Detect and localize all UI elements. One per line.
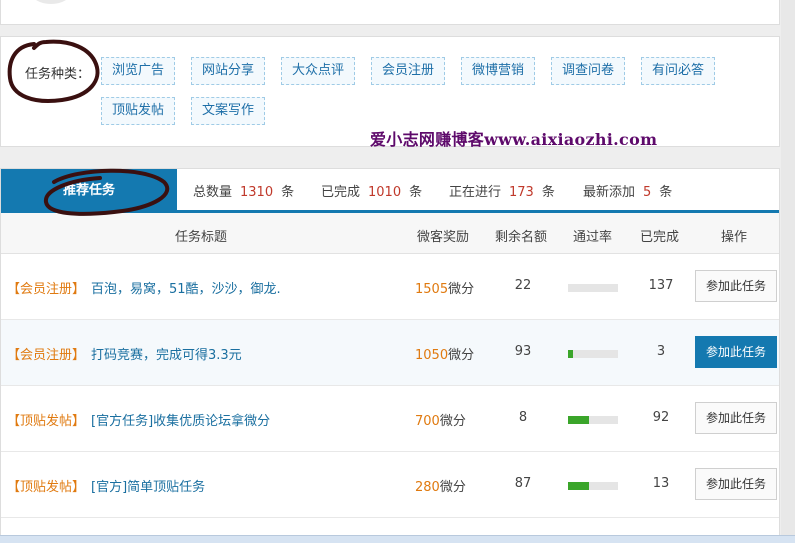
- row-title[interactable]: [官方]简单顶贴任务: [91, 476, 205, 495]
- stat-ongoing: 正在进行 173 条: [449, 185, 555, 200]
- row-category[interactable]: 【会员注册】: [7, 278, 85, 297]
- category-tag-survey[interactable]: 调查问卷: [551, 57, 626, 85]
- row-reward: 1050微分: [415, 348, 475, 363]
- watermark-text: 爱小志网赚博客www.aixiaozhi.com: [370, 130, 658, 149]
- table-row: 【会员注册】 百泡，易窝，51酷，沙沙，御龙. 1505微分 22 137 参加…: [1, 254, 779, 320]
- table-row: 【顶贴发帖】 [官方]简单顶贴任务 280微分 87 13 参加此任务: [1, 452, 779, 518]
- pass-rate-bar: [568, 284, 618, 292]
- row-title[interactable]: 百泡，易窝，51酷，沙沙，御龙.: [91, 278, 281, 297]
- pass-rate-bar: [568, 416, 618, 424]
- pass-rate-bar: [568, 350, 618, 358]
- header-done: 已完成: [640, 230, 680, 245]
- stat-total: 总数量 1310 条: [193, 185, 295, 200]
- category-tag-dianping[interactable]: 大众点评: [281, 57, 356, 85]
- row-reward: 1505微分: [415, 282, 475, 297]
- pass-rate-bar: [568, 482, 618, 490]
- row-done: 13: [652, 476, 670, 491]
- stats-bar: 推荐任务 总数量 1310 条 已完成 1010 条 正在进行 173 条 最新添加 5 条: [1, 169, 779, 213]
- row-remain: 8: [518, 410, 528, 425]
- task-panel: 推荐任务 总数量 1310 条 已完成 1010 条 正在进行 173 条 最新添加 5 条 任…: [0, 168, 780, 543]
- category-tag-browse-ads[interactable]: 浏览广告: [101, 57, 176, 85]
- page-scrollbar[interactable]: [781, 0, 795, 543]
- row-remain: 87: [514, 476, 532, 491]
- join-task-button[interactable]: 参加此任务: [695, 468, 777, 500]
- row-reward: 700微分: [415, 414, 466, 429]
- stat-completed: 已完成 1010 条: [321, 185, 423, 200]
- window-scrollbar-horizontal[interactable]: [0, 535, 795, 543]
- header-title: 任务标题: [175, 230, 228, 245]
- join-task-button[interactable]: 参加此任务: [695, 402, 777, 434]
- row-done: 92: [652, 410, 670, 425]
- category-tag-copywriting[interactable]: 文案写作: [191, 97, 266, 125]
- row-category[interactable]: 【顶贴发帖】: [7, 476, 85, 495]
- row-remain: 22: [514, 278, 532, 293]
- avatar: [31, 0, 71, 4]
- category-tag-member-register[interactable]: 会员注册: [371, 57, 446, 85]
- header-action: 操作: [721, 230, 748, 245]
- join-task-button[interactable]: 参加此任务: [695, 336, 777, 368]
- header-pass-rate: 通过率: [573, 230, 613, 245]
- join-task-button[interactable]: 参加此任务: [695, 270, 777, 302]
- top-panel: [0, 0, 780, 25]
- row-done: 3: [656, 344, 666, 359]
- table-header: 任务标题 微客奖励 剩余名额 通过率 已完成 操作: [1, 213, 779, 254]
- row-reward: 280微分: [415, 480, 466, 495]
- table-row: 【顶贴发帖】 [官方任务]收集优质论坛拿微分 700微分 8 92 参加此任务: [1, 386, 779, 452]
- stat-newest: 最新添加 5 条: [583, 185, 673, 200]
- tab-recommended[interactable]: 推荐任务: [1, 169, 177, 213]
- category-label: 任务种类：: [25, 67, 91, 82]
- table-row: 【会员注册】 打码竞赛，完成可得3.3元 1050微分 93 3 参加此任务: [1, 320, 779, 386]
- category-tag-forum-post[interactable]: 顶贴发帖: [101, 97, 176, 125]
- row-title[interactable]: 打码竞赛，完成可得3.3元: [91, 344, 242, 363]
- category-tag-qa[interactable]: 有问必答: [641, 57, 716, 85]
- row-done: 137: [648, 278, 674, 293]
- row-remain: 93: [514, 344, 532, 359]
- category-tag-site-share[interactable]: 网站分享: [191, 57, 266, 85]
- row-title[interactable]: [官方任务]收集优质论坛拿微分: [91, 410, 270, 429]
- row-category[interactable]: 【顶贴发帖】: [7, 410, 85, 429]
- header-reward: 微客奖励: [417, 230, 470, 245]
- header-remain: 剩余名额: [495, 230, 548, 245]
- row-category[interactable]: 【会员注册】: [7, 344, 85, 363]
- category-tag-weibo-marketing[interactable]: 微博营销: [461, 57, 536, 85]
